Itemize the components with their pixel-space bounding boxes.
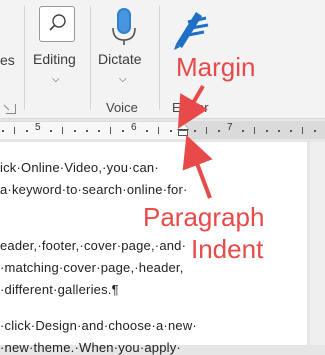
paragraph-annotation: Paragraph <box>143 202 265 232</box>
margin-annotation: Margin <box>176 52 256 82</box>
indent-arrow <box>182 135 213 199</box>
margin-arrow <box>177 84 208 129</box>
annotation-arrows <box>177 84 213 199</box>
indent-annotation: Indent <box>191 234 264 264</box>
